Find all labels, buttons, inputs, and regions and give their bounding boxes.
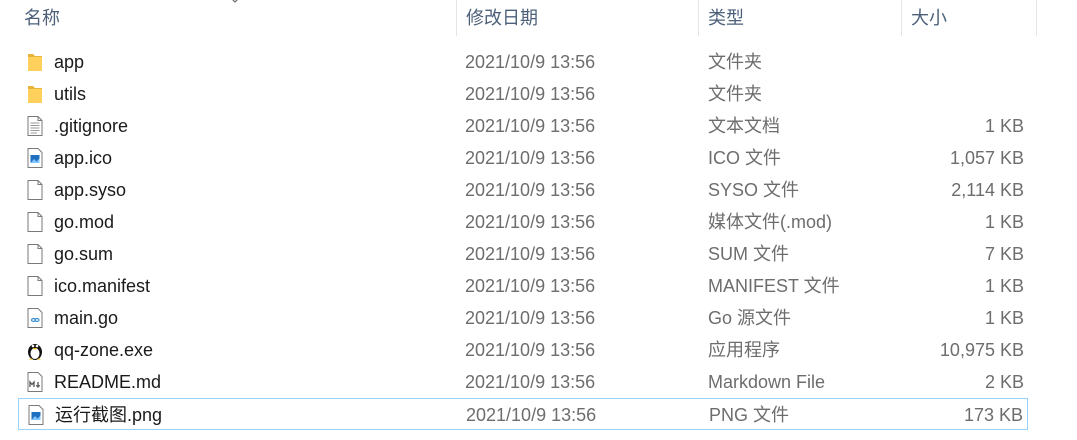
column-header-date[interactable]: 修改日期 — [458, 0, 698, 36]
blank-file-icon — [24, 179, 46, 201]
file-name: ico.manifest — [54, 276, 151, 296]
file-modified-date: 2021/10/9 13:56 — [465, 212, 596, 232]
column-divider[interactable] — [698, 0, 699, 36]
column-divider[interactable] — [1036, 0, 1037, 36]
file-size: 2,114 KB — [951, 180, 1024, 200]
file-name: app — [54, 52, 85, 72]
file-row[interactable]: utils 2021/10/9 13:56 文件夹 — [18, 78, 1028, 110]
file-size: 2 KB — [984, 372, 1024, 392]
file-size: 1 KB — [984, 276, 1024, 296]
file-row[interactable]: .gitignore 2021/10/9 13:56 文本文档 1 KB — [18, 110, 1028, 142]
column-divider[interactable] — [456, 0, 457, 36]
file-modified-date: 2021/10/9 13:56 — [465, 340, 596, 360]
file-type: Markdown File — [708, 372, 826, 392]
file-size: 1 KB — [984, 116, 1024, 136]
image-file-icon — [25, 404, 47, 426]
file-name: utils — [54, 84, 87, 104]
text-file-icon — [24, 115, 46, 137]
folder-icon — [24, 83, 46, 105]
file-type: SYSO 文件 — [708, 180, 800, 200]
file-type: 文本文档 — [708, 116, 780, 136]
file-name: app.ico — [54, 148, 113, 168]
file-size: 1,057 KB — [949, 148, 1024, 168]
blank-file-icon — [24, 275, 46, 297]
file-type: PNG 文件 — [709, 405, 790, 425]
file-row[interactable]: 运行截图.png 2021/10/9 13:56 PNG 文件 173 KB — [18, 398, 1028, 430]
column-header-type[interactable]: 类型 — [700, 0, 900, 36]
file-row[interactable]: app 2021/10/9 13:56 文件夹 — [18, 46, 1028, 78]
column-divider[interactable] — [901, 0, 902, 36]
file-type: 文件夹 — [708, 84, 762, 104]
file-name: .gitignore — [54, 116, 129, 136]
file-modified-date: 2021/10/9 13:56 — [465, 244, 596, 264]
file-modified-date: 2021/10/9 13:56 — [465, 276, 596, 296]
file-type: 媒体文件(.mod) — [708, 212, 833, 232]
go-file-icon — [24, 307, 46, 329]
file-name: main.go — [54, 308, 119, 328]
file-name: 运行截图.png — [55, 405, 163, 425]
file-row[interactable]: main.go 2021/10/9 13:56 Go 源文件 1 KB — [18, 302, 1028, 334]
file-row[interactable]: README.md 2021/10/9 13:56 Markdown File 2 K… — [18, 366, 1028, 398]
file-modified-date: 2021/10/9 13:56 — [465, 148, 596, 168]
file-size: 10,975 KB — [939, 340, 1024, 360]
file-size: 173 KB — [963, 405, 1023, 425]
file-row[interactable]: app.ico 2021/10/9 13:56 ICO 文件 1,057 KB — [18, 142, 1028, 174]
folder-icon — [24, 51, 46, 73]
file-name: qq-zone.exe — [54, 340, 154, 360]
penguin-app-icon — [24, 339, 46, 361]
file-modified-date: 2021/10/9 13:56 — [465, 52, 596, 72]
file-type: 应用程序 — [708, 340, 780, 360]
file-size — [874, 78, 1024, 110]
file-type: Go 源文件 — [708, 308, 792, 328]
file-name: go.mod — [54, 212, 115, 232]
file-modified-date: 2021/10/9 13:56 — [465, 84, 596, 104]
file-row[interactable]: ico.manifest 2021/10/9 13:56 MANIFEST 文件 1 … — [18, 270, 1028, 302]
file-modified-date: 2021/10/9 13:56 — [465, 308, 596, 328]
file-type: MANIFEST 文件 — [708, 276, 840, 296]
file-size: 1 KB — [984, 212, 1024, 232]
file-size — [874, 46, 1024, 78]
file-type: SUM 文件 — [708, 244, 789, 264]
blank-file-icon — [24, 243, 46, 265]
file-row[interactable]: app.syso 2021/10/9 13:56 SYSO 文件 2,114 KB — [18, 174, 1028, 206]
file-modified-date: 2021/10/9 13:56 — [465, 180, 596, 200]
file-name: app.syso — [54, 180, 127, 200]
image-file-icon — [24, 147, 46, 169]
column-header-size[interactable]: 大小 — [903, 0, 1035, 36]
file-row[interactable]: qq-zone.exe 2021/10/9 13:56 应用程序 10,975 KB — [18, 334, 1028, 366]
file-type: 文件夹 — [708, 52, 762, 72]
column-header-name[interactable]: 名称 — [16, 0, 456, 36]
file-modified-date: 2021/10/9 13:56 — [465, 116, 596, 136]
file-row[interactable]: go.sum 2021/10/9 13:56 SUM 文件 7 KB — [18, 238, 1028, 270]
file-type: ICO 文件 — [708, 148, 782, 168]
blank-file-icon — [24, 211, 46, 233]
file-modified-date: 2021/10/9 13:56 — [466, 405, 597, 425]
file-modified-date: 2021/10/9 13:56 — [465, 372, 596, 392]
file-size: 1 KB — [984, 308, 1024, 328]
file-name: go.sum — [54, 244, 114, 264]
column-header-bar: 名称 修改日期 类型 大小 — [0, 0, 1077, 36]
file-row[interactable]: go.mod 2021/10/9 13:56 媒体文件(.mod) 1 KB — [18, 206, 1028, 238]
file-name: README.md — [54, 372, 162, 392]
file-size: 7 KB — [984, 244, 1024, 264]
markdown-file-icon — [24, 371, 46, 393]
